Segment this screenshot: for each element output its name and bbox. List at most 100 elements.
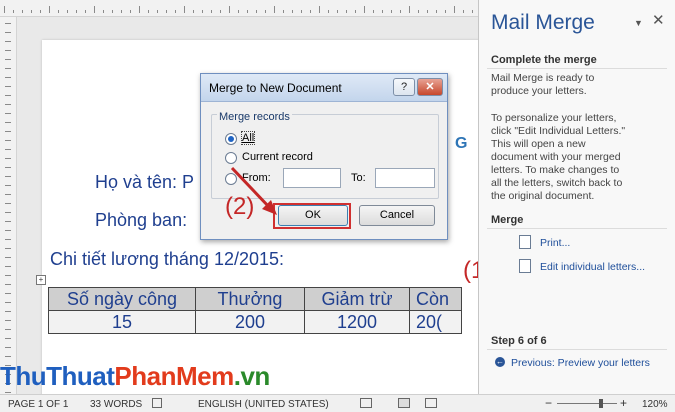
ruler-tick xyxy=(5,221,11,222)
ruler-tick xyxy=(5,77,11,78)
page-count[interactable]: PAGE 1 OF 1 xyxy=(8,399,68,410)
zoom-slider[interactable] xyxy=(557,403,617,404)
watermark-part: ThuThuat xyxy=(0,361,115,391)
ruler-tick xyxy=(5,275,11,276)
ruler-tick xyxy=(4,6,5,13)
ruler-tick xyxy=(427,10,428,13)
read-mode-icon[interactable] xyxy=(360,398,372,408)
ruler-tick xyxy=(58,10,59,13)
ruler-tick xyxy=(94,6,95,13)
ruler-tick xyxy=(148,10,149,13)
ruler-tick xyxy=(5,194,11,195)
ruler-tick xyxy=(247,10,248,13)
header-cell: Giảm trừ xyxy=(304,287,410,311)
ruler-tick xyxy=(175,10,176,13)
ruler-tick xyxy=(5,239,11,240)
site-watermark: ThuThuatPhanMem.vn xyxy=(0,361,270,391)
ruler-tick xyxy=(364,6,365,13)
table-move-handle-icon[interactable]: + xyxy=(36,275,46,285)
status-bar: PAGE 1 OF 1 33 WORDS ENGLISH (UNITED STA… xyxy=(0,394,675,412)
personalize-text: To personalize your letters, click "Edit… xyxy=(491,112,626,202)
zoom-in-button[interactable]: + xyxy=(620,396,627,410)
all-label[interactable]: All xyxy=(240,131,256,145)
ruler-tick xyxy=(121,10,122,13)
ruler-tick xyxy=(5,113,11,114)
ruler-tick xyxy=(5,68,11,69)
header-cell: Số ngày công xyxy=(48,287,196,311)
vertical-ruler[interactable] xyxy=(0,17,17,394)
ruler-tick xyxy=(5,203,11,204)
ruler-tick xyxy=(5,176,11,177)
merge-heading: Merge xyxy=(491,214,524,226)
ruler-tick xyxy=(301,10,302,13)
horizontal-ruler[interactable] xyxy=(0,0,478,17)
from-radio[interactable] xyxy=(225,173,237,185)
complete-merge-heading: Complete the merge xyxy=(491,54,597,66)
heading-fragment: G xyxy=(455,135,468,152)
current-record-radio[interactable] xyxy=(225,152,237,164)
zoom-out-button[interactable]: − xyxy=(545,396,552,410)
help-button[interactable]: ? xyxy=(393,78,415,96)
print-link[interactable]: Print... xyxy=(540,237,570,249)
language-indicator[interactable]: ENGLISH (UNITED STATES) xyxy=(198,399,329,410)
zoom-level[interactable]: 120% xyxy=(642,399,668,410)
ruler-tick xyxy=(5,329,11,330)
pane-options-icon[interactable]: ▼ xyxy=(634,18,643,28)
ruler-tick xyxy=(418,10,419,13)
zoom-slider-thumb[interactable] xyxy=(599,399,603,408)
department-line: Phòng ban: xyxy=(95,210,188,230)
edit-individual-letters-link[interactable]: Edit individual letters... xyxy=(540,261,645,273)
divider xyxy=(487,349,667,350)
edit-letters-icon xyxy=(519,259,531,273)
ruler-tick xyxy=(211,10,212,13)
ruler-tick xyxy=(5,284,11,285)
ruler-tick xyxy=(5,338,11,339)
divider xyxy=(487,68,667,69)
ruler-tick xyxy=(274,6,275,13)
ruler-tick xyxy=(5,131,11,132)
watermark-part: .vn xyxy=(233,361,271,391)
table-header-row: Số ngày công Thưởng Giảm trừ Còn xyxy=(48,287,462,311)
ruler-tick xyxy=(355,10,356,13)
cancel-button[interactable]: Cancel xyxy=(359,205,435,226)
ruler-tick xyxy=(67,10,68,13)
ruler-tick xyxy=(193,10,194,13)
web-layout-icon[interactable] xyxy=(425,398,437,408)
ruler-tick xyxy=(13,10,14,13)
from-field[interactable] xyxy=(283,168,341,188)
to-field[interactable] xyxy=(375,168,435,188)
current-record-label[interactable]: Current record xyxy=(242,151,313,163)
pane-close-button[interactable]: ✕ xyxy=(652,11,665,29)
divider xyxy=(487,228,667,229)
all-radio[interactable] xyxy=(225,133,237,145)
ruler-tick xyxy=(328,10,329,13)
ruler-tick xyxy=(5,86,11,87)
from-label[interactable]: From: xyxy=(242,172,271,184)
ruler-tick xyxy=(346,10,347,13)
ruler-tick xyxy=(292,10,293,13)
ruler-tick xyxy=(5,392,11,393)
word-count[interactable]: 33 WORDS xyxy=(90,399,142,410)
ruler-tick xyxy=(5,311,11,312)
back-arrow-icon[interactable]: ← xyxy=(495,357,505,367)
proofing-icon[interactable] xyxy=(152,398,162,408)
previous-step-link[interactable]: Previous: Preview your letters xyxy=(511,357,650,369)
ruler-tick xyxy=(454,6,455,13)
ruler-tick xyxy=(283,10,284,13)
ruler-tick xyxy=(5,248,11,249)
ruler-tick xyxy=(409,6,410,13)
ruler-tick xyxy=(76,10,77,13)
ruler-tick xyxy=(5,356,11,357)
value-cell: 200 xyxy=(195,310,305,334)
ruler-tick xyxy=(256,10,257,13)
ruler-tick xyxy=(184,6,185,13)
close-button[interactable]: ✕ xyxy=(417,78,443,96)
ruler-tick xyxy=(5,41,11,42)
ruler-tick xyxy=(5,257,11,258)
pane-title: Mail Merge xyxy=(491,11,595,34)
dialog-title-bar[interactable]: Merge to New Document ? ✕ xyxy=(201,74,447,102)
ruler-tick xyxy=(5,23,11,24)
ruler-tick xyxy=(139,6,140,13)
print-layout-icon[interactable] xyxy=(398,398,410,408)
ruler-tick xyxy=(310,10,311,13)
